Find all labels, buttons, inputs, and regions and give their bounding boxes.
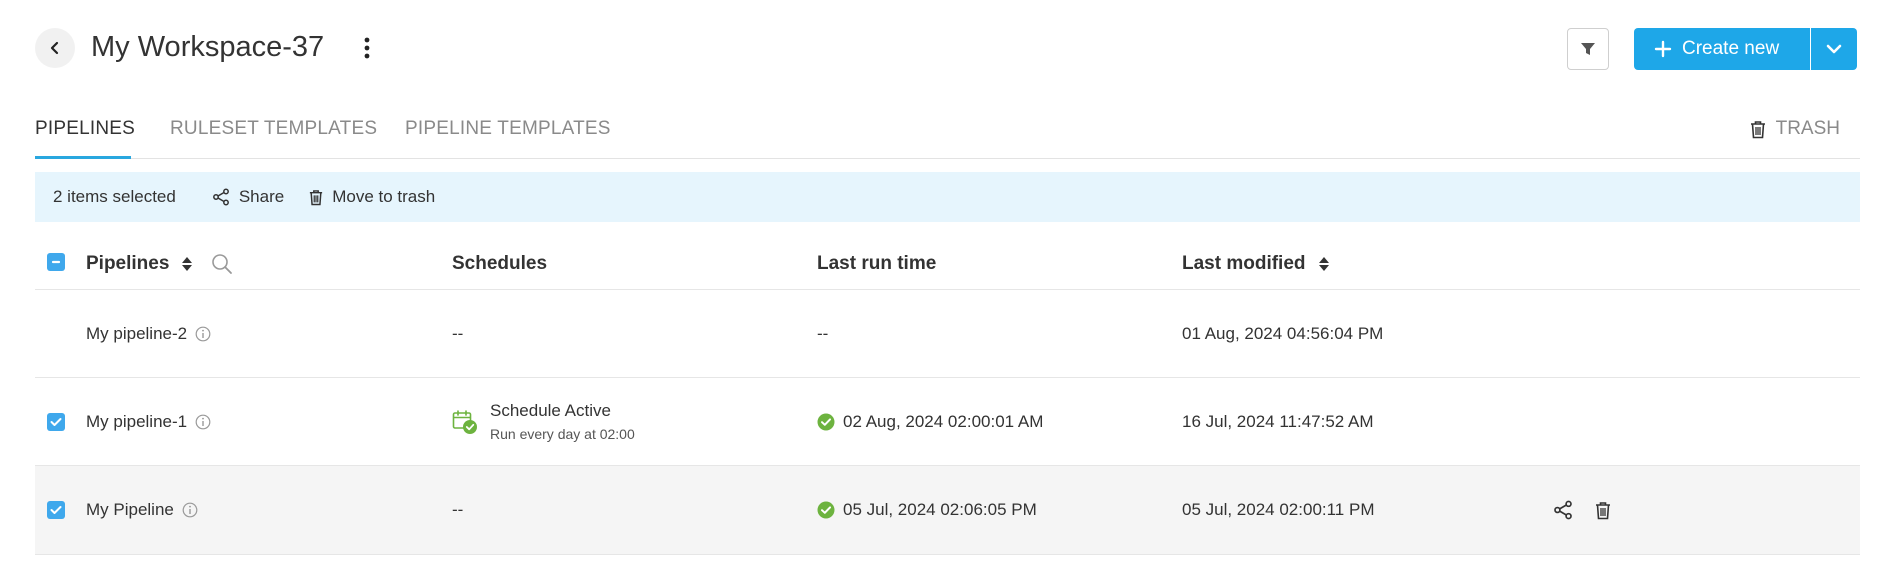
last-modified-cell: 01 Aug, 2024 04:56:04 PM <box>1182 323 1384 343</box>
column-header-schedules: Schedules <box>452 253 548 274</box>
info-icon[interactable] <box>195 326 211 342</box>
page-header: My Workspace-37 Create new <box>35 26 1860 70</box>
column-header-last-run: Last run time <box>817 253 937 274</box>
schedule-cell: -- <box>452 500 464 519</box>
move-to-trash-button[interactable]: Move to trash <box>309 187 435 207</box>
create-new-button[interactable]: Create new <box>1634 28 1810 70</box>
back-button[interactable] <box>35 28 75 68</box>
tab-bar: PIPELINES RULESET TEMPLATES PIPELINE TEM… <box>35 112 1860 159</box>
filter-button[interactable] <box>1567 28 1609 70</box>
column-title-last-modified: Last modified <box>1182 253 1306 274</box>
success-check-icon <box>817 501 835 519</box>
sort-pipelines-button[interactable] <box>181 255 193 273</box>
create-new-label: Create new <box>1682 38 1780 59</box>
pipeline-name-cell: My Pipeline <box>86 466 198 554</box>
table-row[interactable]: My pipeline-2 -- -- 01 Aug, 2024 04:56:0… <box>35 290 1860 378</box>
column-title-pipelines: Pipelines <box>86 253 170 274</box>
row-actions <box>1553 466 1611 554</box>
row-checkbox[interactable] <box>47 378 65 465</box>
calendar-check-icon <box>452 409 477 434</box>
schedule-active[interactable]: Schedule Active Run every day at 02:00 <box>452 401 635 442</box>
plus-icon <box>1654 40 1672 58</box>
trash-tab[interactable]: TRASH <box>1750 118 1840 140</box>
tab-pipeline-templates[interactable]: PIPELINE TEMPLATES <box>405 118 611 140</box>
move-to-trash-label: Move to trash <box>332 187 436 206</box>
last-run-cell: 05 Jul, 2024 02:06:05 PM <box>817 466 1037 554</box>
trash-icon <box>1596 501 1610 519</box>
last-run-cell: 02 Aug, 2024 02:00:01 AM <box>817 378 1043 465</box>
row-trash-button[interactable] <box>1595 501 1611 520</box>
checkmark-icon <box>50 417 62 426</box>
select-all-checkbox[interactable] <box>47 253 65 271</box>
last-modified-cell: 16 Jul, 2024 11:47:52 AM <box>1182 411 1374 431</box>
pipeline-name[interactable]: My pipeline-2 <box>86 324 187 344</box>
selection-bar: 2 items selected Share Move to trash <box>35 172 1860 222</box>
share-icon <box>1554 500 1572 520</box>
table-row[interactable]: My Pipeline -- 05 Jul, 2024 02:06:05 PM <box>35 466 1860 555</box>
pipeline-name[interactable]: My Pipeline <box>86 500 174 520</box>
column-header-last-modified: Last modified <box>1182 253 1330 275</box>
column-header-pipelines: Pipelines <box>86 253 233 275</box>
tab-ruleset-templates[interactable]: RULESET TEMPLATES <box>170 118 377 140</box>
table-header: Pipelines Schedules Last run time Last m… <box>35 235 1860 290</box>
selection-count: 2 items selected <box>53 187 176 206</box>
pipeline-name-cell: My pipeline-2 <box>86 290 211 377</box>
schedule-frequency: Run every day at 02:00 <box>490 426 635 442</box>
row-checkbox[interactable] <box>47 466 65 554</box>
sort-last-modified-button[interactable] <box>1318 255 1330 273</box>
sort-icon <box>182 257 193 271</box>
trash-label: TRASH <box>1775 118 1840 139</box>
info-icon[interactable] <box>182 502 198 518</box>
search-icon <box>212 254 233 274</box>
schedule-cell: Schedule Active Run every day at 02:00 <box>452 378 635 465</box>
last-run-time: 02 Aug, 2024 02:00:01 AM <box>843 411 1044 431</box>
pipelines-page: My Workspace-37 Create new PIPELINES RUL… <box>0 0 1895 581</box>
success-check-icon <box>817 413 835 430</box>
funnel-icon <box>1581 43 1595 55</box>
last-modified-cell: 05 Jul, 2024 02:00:11 PM <box>1182 500 1375 519</box>
chevron-left-icon <box>50 41 59 55</box>
kebab-menu-icon <box>364 37 370 59</box>
trash-icon <box>1750 120 1765 138</box>
minus-icon <box>51 260 61 264</box>
more-options-button[interactable] <box>355 34 379 62</box>
active-tab-indicator <box>35 156 131 159</box>
share-icon <box>212 188 229 206</box>
pipeline-name[interactable]: My pipeline-1 <box>86 412 187 432</box>
share-selected-button[interactable]: Share <box>212 187 284 207</box>
create-new-dropdown-button[interactable] <box>1811 28 1857 70</box>
info-icon[interactable] <box>195 414 211 430</box>
schedule-cell: -- <box>452 323 464 343</box>
last-run-time: 05 Jul, 2024 02:06:05 PM <box>843 500 1037 519</box>
table-row[interactable]: My pipeline-1 Schedule Active Run every … <box>35 378 1860 466</box>
sort-icon <box>1318 257 1329 271</box>
pipelines-table: Pipelines Schedules Last run time Last m… <box>35 235 1860 555</box>
row-share-button[interactable] <box>1553 500 1573 520</box>
chevron-down-icon <box>1826 44 1842 54</box>
pipeline-name-cell: My pipeline-1 <box>86 378 211 465</box>
share-label: Share <box>238 187 285 206</box>
page-title: My Workspace-37 <box>91 31 325 63</box>
checkmark-icon <box>50 506 62 514</box>
search-pipelines-button[interactable] <box>211 253 233 275</box>
schedule-status: Schedule Active <box>490 401 611 420</box>
trash-icon <box>310 189 323 205</box>
tab-pipelines[interactable]: PIPELINES <box>35 118 135 140</box>
last-run-cell: -- <box>817 323 829 343</box>
